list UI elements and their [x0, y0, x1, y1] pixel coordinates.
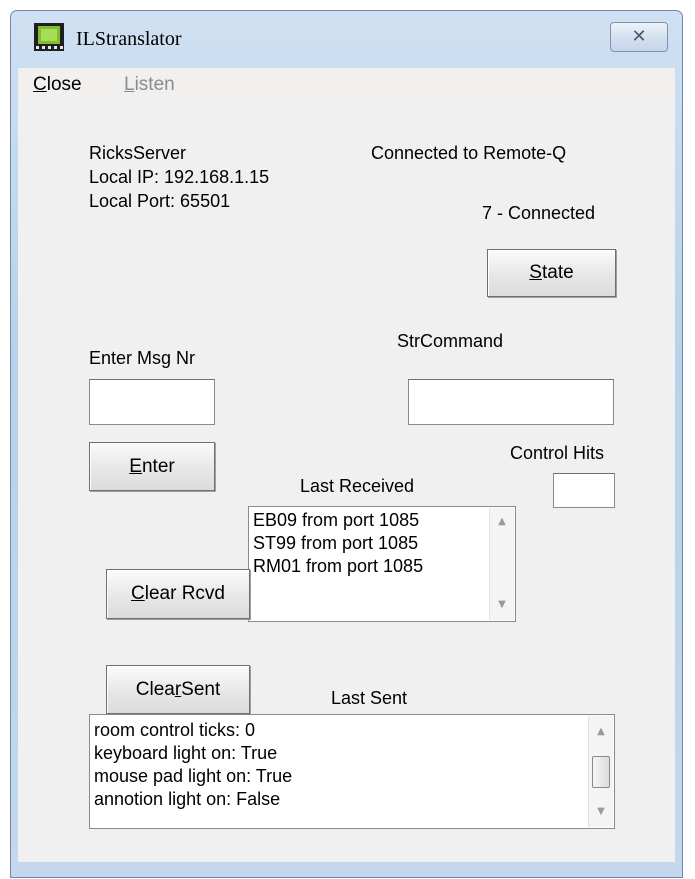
scroll-down-icon[interactable]: ▼: [589, 806, 613, 817]
state-text: 7 - Connected: [482, 203, 596, 223]
window-title: ILStranslator: [76, 28, 182, 50]
msg-nr-input[interactable]: [89, 379, 215, 425]
list-item: ST99 from port 1085: [253, 533, 419, 553]
str-command-label: StrCommand: [397, 331, 504, 351]
film-frame-icon: [34, 23, 64, 51]
list-item: RM01 from port 1085: [253, 556, 424, 576]
scroll-thumb[interactable]: [592, 756, 610, 788]
state-button-label: tate: [541, 262, 574, 283]
enter-button[interactable]: Enter: [89, 442, 215, 491]
menu-listen-label: isten: [134, 74, 175, 95]
menu-bar: [18, 68, 675, 100]
connection-status: Connected to Remote-Q: [371, 143, 567, 163]
received-lines: EB09 from port 1085 ST99 from port 1085 …: [253, 509, 423, 578]
control-hits-label: Control Hits: [510, 443, 605, 463]
list-item: annotion light on: False: [94, 789, 281, 809]
menu-close-label: lose: [46, 74, 82, 95]
list-item: room control ticks: 0: [94, 720, 256, 740]
menu-close-accel: C: [33, 74, 47, 95]
control-hits-input[interactable]: [553, 473, 615, 508]
received-scrollbar[interactable]: ▲ ▼: [489, 508, 514, 620]
local-ip: Local IP: 192.168.1.15: [89, 167, 270, 187]
clear-sent-label-pre: Clea: [135, 679, 175, 700]
list-item: mouse pad light on: True: [94, 766, 293, 786]
last-received-label: Last Received: [300, 476, 415, 496]
clear-rcvd-accel: C: [131, 583, 145, 604]
str-command-input[interactable]: [408, 379, 614, 425]
server-name: RicksServer: [89, 143, 187, 163]
menu-item-listen[interactable]: Listen: [124, 74, 175, 96]
scroll-down-icon[interactable]: ▼: [490, 599, 514, 610]
list-item: EB09 from port 1085: [253, 510, 420, 530]
clear-received-button[interactable]: Clear Rcvd: [106, 569, 250, 619]
state-button[interactable]: State: [487, 249, 616, 297]
close-icon: ✕: [631, 26, 647, 47]
clear-sent-button[interactable]: Clear Sent: [106, 665, 250, 714]
state-button-accel: S: [529, 262, 542, 283]
last-sent-label: Last Sent: [331, 688, 408, 708]
received-list[interactable]: EB09 from port 1085 ST99 from port 1085 …: [248, 506, 516, 622]
menu-item-close[interactable]: Close: [33, 74, 82, 96]
scroll-up-icon[interactable]: ▲: [589, 726, 613, 737]
menu-listen-accel: L: [124, 74, 135, 95]
enter-button-accel: E: [129, 456, 142, 477]
clear-rcvd-label: lear Rcvd: [144, 583, 225, 604]
clear-sent-label-rest: Sent: [181, 679, 221, 700]
enter-button-label: nter: [141, 456, 175, 477]
window-close-button[interactable]: ✕: [610, 22, 668, 52]
scroll-up-icon[interactable]: ▲: [490, 516, 514, 527]
list-item: keyboard light on: True: [94, 743, 278, 763]
msg-nr-label: Enter Msg Nr: [89, 348, 196, 368]
sent-scrollbar[interactable]: ▲ ▼: [588, 716, 613, 827]
sent-lines: room control ticks: 0 keyboard light on:…: [94, 719, 292, 811]
sent-list[interactable]: room control ticks: 0 keyboard light on:…: [89, 714, 615, 829]
local-port: Local Port: 65501: [89, 191, 231, 211]
